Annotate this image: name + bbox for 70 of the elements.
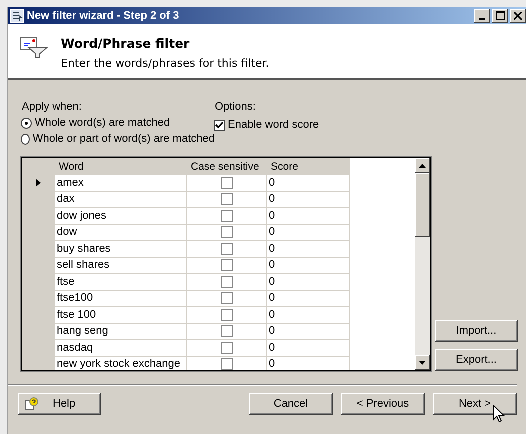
checkbox[interactable]	[220, 308, 232, 321]
table-cell[interactable]: ftse 100	[55, 307, 187, 324]
table-cell[interactable]: 0	[267, 192, 350, 208]
minimize-icon	[479, 18, 485, 20]
filter-icon	[20, 36, 48, 60]
table-cell[interactable]: new york stock exchange	[55, 356, 187, 370]
checkbox[interactable]	[220, 193, 232, 206]
side-button[interactable]: Import...	[435, 320, 518, 342]
checkbox[interactable]	[220, 276, 232, 288]
column-header[interactable]: Word	[55, 158, 187, 175]
minimize-button[interactable]	[474, 8, 490, 22]
down-arrow-icon	[419, 360, 426, 364]
side-button[interactable]: Export...	[435, 349, 518, 371]
help-button[interactable]: Help	[18, 393, 101, 415]
scroll-up-button[interactable]	[415, 158, 430, 173]
apply-when-label: Apply when:	[22, 101, 83, 113]
table-cell[interactable]: 0	[267, 356, 350, 370]
column-header[interactable]: Score	[267, 158, 350, 175]
nav-button[interactable]: Next >	[433, 393, 517, 415]
table-cell[interactable]: nasdaq	[55, 340, 187, 356]
nav-button[interactable]: Cancel	[249, 393, 333, 415]
nav-button[interactable]: < Previous	[341, 393, 425, 415]
close-icon	[514, 12, 522, 20]
table-cell[interactable]: sell shares	[55, 258, 187, 274]
checkbox[interactable]	[220, 342, 232, 354]
table-cell[interactable]: hang seng	[55, 324, 187, 340]
help-icon	[25, 397, 39, 411]
scroll-thumb[interactable]	[415, 173, 430, 237]
checkbox[interactable]	[220, 210, 232, 222]
radio-option[interactable]: Whole word(s) are matched	[21, 117, 215, 129]
close-button[interactable]	[510, 8, 526, 22]
maximize-icon	[496, 10, 504, 20]
current-row-icon	[36, 179, 41, 188]
table-cell[interactable]: 0	[267, 258, 350, 274]
table-cell[interactable]: 0	[267, 307, 350, 324]
page-subtitle: Enter the words/phrases for this filter.	[61, 57, 270, 70]
check-icon	[215, 120, 224, 130]
options-label: Options:	[215, 101, 257, 114]
table-cell[interactable]: 0	[267, 241, 350, 258]
page-title: Word/Phrase filter	[61, 36, 191, 51]
window-title: New filter wizard - Step 2 of 3	[27, 10, 180, 22]
table-cell[interactable]: buy shares	[55, 241, 187, 258]
table-cell[interactable]: ftse100	[55, 290, 187, 307]
table-cell[interactable]: 0	[267, 290, 350, 307]
table-cell[interactable]: 0	[267, 274, 350, 290]
checkbox[interactable]	[220, 325, 232, 338]
radio-option[interactable]: Whole or part of word(s) are matched	[21, 133, 215, 145]
table-cell[interactable]: 0	[267, 208, 350, 224]
checkbox[interactable]	[220, 358, 232, 370]
scrollbar[interactable]	[415, 158, 430, 370]
table-cell[interactable]: ftse	[55, 274, 187, 290]
table-cell[interactable]: 0	[267, 340, 350, 356]
checkbox[interactable]	[220, 242, 232, 255]
table-cell[interactable]: 0	[267, 324, 350, 340]
checkbox-option[interactable]: Enable word score	[214, 118, 320, 132]
table-cell[interactable]: 0	[267, 175, 350, 192]
checkbox[interactable]	[220, 292, 232, 304]
table-cell[interactable]: dow	[55, 224, 187, 241]
table-cell[interactable]: amex	[55, 175, 187, 192]
table-cell[interactable]: dow jones	[55, 208, 187, 224]
maximize-button[interactable]	[492, 8, 508, 22]
cursor-icon	[493, 405, 505, 423]
checkbox[interactable]	[220, 176, 232, 189]
up-arrow-icon	[419, 164, 426, 168]
scroll-down-button[interactable]	[415, 355, 430, 370]
table-cell[interactable]: 0	[267, 224, 350, 241]
checkbox[interactable]	[220, 259, 232, 272]
table-cell[interactable]: dax	[55, 192, 187, 208]
column-header[interactable]: Case sensitive	[187, 158, 267, 175]
checkbox[interactable]	[220, 226, 232, 238]
